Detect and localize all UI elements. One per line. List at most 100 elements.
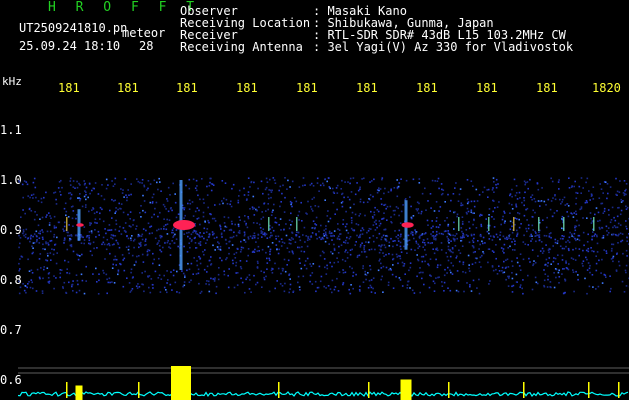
noise-pixel <box>273 203 275 206</box>
noise-pixel <box>376 226 378 229</box>
noise-pixel <box>329 187 331 190</box>
noise-pixel <box>333 247 336 250</box>
noise-pixel <box>265 186 268 189</box>
noise-pixel <box>556 242 559 245</box>
noise-pixel <box>146 250 149 253</box>
noise-pixel <box>569 231 571 234</box>
noise-pixel <box>358 215 360 217</box>
noise-pixel <box>531 216 534 218</box>
noise-pixel <box>188 208 191 210</box>
noise-pixel <box>428 286 431 289</box>
noise-pixel <box>556 210 558 212</box>
echo-fleck <box>488 217 490 231</box>
noise-pixel <box>326 215 329 217</box>
noise-pixel <box>225 239 227 241</box>
noise-pixel <box>153 179 156 182</box>
noise-pixel <box>578 248 581 250</box>
noise-pixel <box>297 275 300 278</box>
noise-pixel <box>167 186 170 189</box>
noise-pixel <box>270 196 272 199</box>
noise-pixel <box>424 260 426 263</box>
noise-pixel <box>320 238 322 241</box>
noise-pixel <box>215 285 218 288</box>
noise-pixel <box>62 228 64 230</box>
noise-pixel <box>287 179 289 182</box>
noise-pixel <box>331 291 333 294</box>
noise-pixel <box>362 265 364 267</box>
noise-pixel <box>558 179 560 181</box>
noise-pixel <box>594 213 596 216</box>
noise-pixel <box>94 222 97 224</box>
noise-pixel <box>103 198 106 201</box>
noise-pixel <box>49 230 52 233</box>
noise-pixel <box>316 182 319 184</box>
noise-pixel <box>527 274 529 277</box>
noise-pixel <box>226 257 228 259</box>
noise-pixel <box>417 247 419 249</box>
noise-pixel <box>169 247 172 249</box>
noise-pixel <box>213 278 216 281</box>
noise-pixel <box>261 248 264 251</box>
noise-pixel <box>379 258 381 261</box>
noise-pixel <box>31 272 34 274</box>
noise-pixel <box>76 279 79 282</box>
noise-pixel <box>163 225 165 228</box>
noise-pixel <box>270 191 273 193</box>
noise-pixel <box>407 280 410 283</box>
noise-pixel <box>269 253 271 256</box>
noise-pixel <box>93 247 95 250</box>
noise-pixel <box>72 186 75 188</box>
noise-pixel <box>595 255 597 257</box>
noise-pixel <box>421 234 423 236</box>
noise-pixel <box>131 288 134 290</box>
noise-pixel <box>199 257 202 260</box>
noise-pixel <box>27 258 29 261</box>
noise-pixel <box>421 260 424 263</box>
noise-pixel <box>361 242 363 244</box>
power-tick <box>618 382 620 398</box>
noise-pixel <box>36 214 38 216</box>
noise-pixel <box>521 287 523 290</box>
noise-pixel <box>55 262 58 265</box>
noise-pixel <box>511 291 514 293</box>
noise-pixel <box>103 272 105 274</box>
noise-pixel <box>188 178 191 181</box>
noise-pixel <box>251 206 254 208</box>
noise-pixel <box>206 280 208 282</box>
noise-pixel <box>515 185 518 187</box>
noise-pixel <box>279 185 282 188</box>
noise-pixel <box>605 252 608 254</box>
noise-pixel <box>158 264 161 266</box>
noise-pixel <box>495 244 497 246</box>
noise-pixel <box>416 275 418 278</box>
noise-pixel <box>288 238 291 241</box>
noise-pixel <box>338 271 341 273</box>
noise-pixel <box>616 226 619 229</box>
noise-pixel <box>72 210 75 212</box>
noise-pixel <box>358 289 361 291</box>
noise-pixel <box>40 197 43 200</box>
noise-pixel <box>30 194 33 196</box>
noise-pixel <box>29 240 31 243</box>
noise-pixel <box>76 186 79 189</box>
noise-pixel <box>303 250 306 253</box>
noise-pixel <box>563 196 566 199</box>
noise-pixel <box>572 216 575 218</box>
noise-pixel <box>160 190 162 192</box>
noise-pixel <box>503 260 505 263</box>
noise-pixel <box>195 230 198 233</box>
noise-pixel <box>127 189 129 191</box>
noise-pixel <box>53 287 55 290</box>
noise-pixel <box>562 238 564 240</box>
noise-pixel <box>447 287 449 289</box>
noise-pixel <box>34 211 36 213</box>
noise-pixel <box>425 253 427 256</box>
noise-pixel <box>385 240 388 242</box>
noise-pixel <box>300 267 303 270</box>
noise-pixel <box>413 237 415 240</box>
noise-pixel <box>42 277 44 280</box>
noise-pixel <box>229 236 232 239</box>
noise-pixel <box>626 255 628 257</box>
noise-pixel <box>262 192 264 195</box>
noise-pixel <box>190 233 193 236</box>
